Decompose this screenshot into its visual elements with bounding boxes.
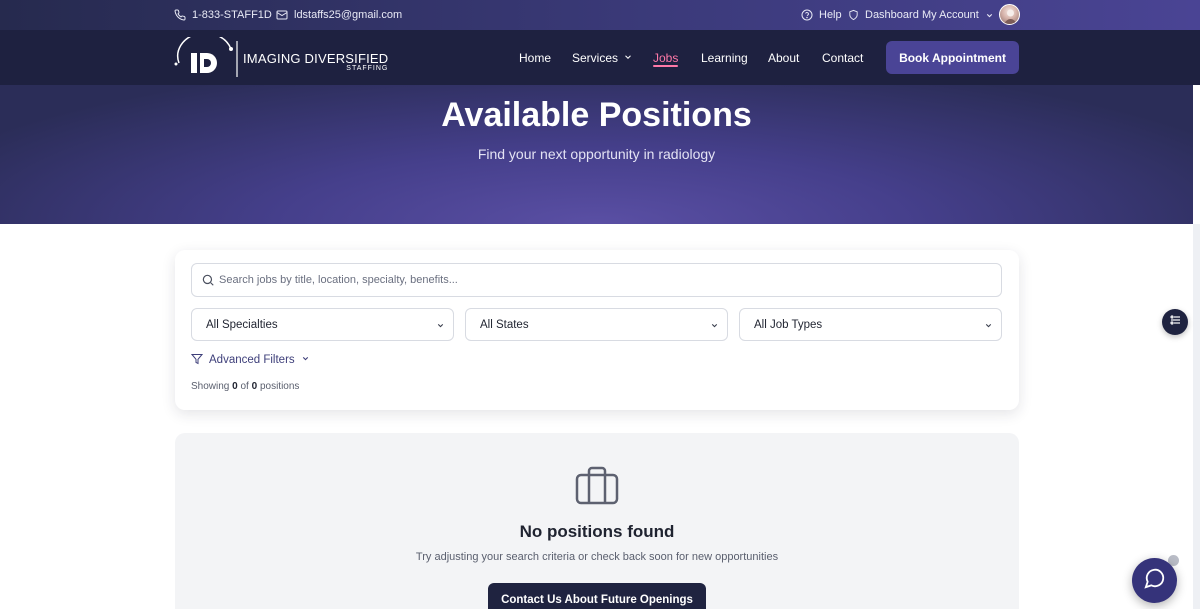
page-scrollbar[interactable] bbox=[1193, 224, 1200, 609]
avatar[interactable] bbox=[999, 4, 1020, 25]
dashboard-link[interactable]: Dashboard bbox=[848, 0, 919, 30]
search-box[interactable] bbox=[191, 263, 1002, 297]
page-title: Available Positions bbox=[441, 96, 752, 134]
help-label: Help bbox=[819, 9, 842, 21]
logo-mark-icon bbox=[174, 37, 238, 77]
state-select[interactable]: All States bbox=[465, 308, 728, 341]
advanced-filters-toggle[interactable]: Advanced Filters bbox=[190, 352, 310, 368]
empty-state-title: No positions found bbox=[519, 522, 675, 541]
account-label: My Account bbox=[922, 9, 979, 21]
briefcase-icon bbox=[575, 466, 619, 511]
funnel-icon bbox=[190, 353, 204, 368]
active-underline bbox=[653, 65, 679, 67]
nav-jobs-label: Jobs bbox=[653, 50, 679, 65]
empty-state-message: Try adjusting your search criteria or ch… bbox=[415, 551, 779, 563]
nav-about[interactable]: About bbox=[768, 30, 799, 85]
chevron-down-icon bbox=[301, 354, 310, 366]
chevron-down-icon bbox=[710, 321, 719, 333]
results-of: of bbox=[240, 381, 249, 392]
email-link[interactable]: ldstaffs25@gmail.com bbox=[276, 0, 402, 30]
account-menu[interactable]: My Account bbox=[922, 0, 994, 30]
brand-name: IMAGING DIVERSIFIED bbox=[243, 51, 389, 66]
chevron-down-icon bbox=[985, 11, 994, 20]
brand-logo[interactable]: IMAGING DIVERSIFIED STAFFING bbox=[173, 37, 388, 79]
nav-services[interactable]: Services bbox=[572, 30, 633, 85]
page-subtitle: Find your next opportunity in radiology bbox=[477, 146, 716, 162]
mail-icon bbox=[276, 9, 288, 21]
chat-button[interactable] bbox=[1132, 558, 1177, 603]
chevron-down-icon bbox=[623, 51, 633, 65]
chevron-down-icon bbox=[984, 321, 993, 333]
shield-icon bbox=[848, 9, 859, 21]
email-address: ldstaffs25@gmail.com bbox=[294, 9, 403, 21]
nav-services-label: Services bbox=[572, 50, 619, 65]
book-appointment-button[interactable]: Book Appointment bbox=[886, 41, 1019, 74]
nav-home-label: Home bbox=[519, 50, 552, 65]
state-select-value: All States bbox=[480, 318, 529, 331]
top-utility-bar: 1-833-STAFF1D ldstaffs25@gmail.com Help … bbox=[0, 0, 1200, 30]
phone-link[interactable]: 1-833-STAFF1D bbox=[174, 0, 272, 30]
help-icon bbox=[801, 9, 813, 21]
help-link[interactable]: Help bbox=[801, 0, 842, 30]
floating-filter-button[interactable] bbox=[1162, 309, 1188, 335]
results-prefix: Showing bbox=[191, 381, 230, 392]
dashboard-label: Dashboard bbox=[865, 9, 919, 21]
contact-future-openings-button[interactable]: Contact Us About Future Openings bbox=[488, 583, 706, 609]
brand-wordmark: IMAGING DIVERSIFIED STAFFING bbox=[243, 51, 388, 72]
nav-contact-label: Contact bbox=[822, 50, 864, 65]
results-count: Showing 0 of 0 positions bbox=[191, 381, 299, 392]
results-shown: 0 bbox=[232, 381, 238, 392]
chevron-down-icon bbox=[436, 321, 445, 333]
sliders-icon bbox=[1169, 313, 1182, 331]
nav-learning-label: Learning bbox=[701, 50, 748, 65]
search-input[interactable] bbox=[219, 264, 989, 296]
specialty-select[interactable]: All Specialties bbox=[191, 308, 454, 341]
nav-jobs[interactable]: Jobs bbox=[653, 30, 679, 85]
phone-number: 1-833-STAFF1D bbox=[192, 9, 272, 21]
nav-learning[interactable]: Learning bbox=[701, 30, 748, 85]
results-suffix: positions bbox=[259, 381, 300, 392]
phone-icon bbox=[174, 9, 186, 21]
job-type-select-value: All Job Types bbox=[754, 318, 823, 331]
results-total: 0 bbox=[251, 381, 258, 392]
brand-tagline: STAFFING bbox=[346, 65, 389, 72]
job-type-select[interactable]: All Job Types bbox=[739, 308, 1002, 341]
nav-contact[interactable]: Contact bbox=[822, 30, 863, 85]
specialty-select-value: All Specialties bbox=[206, 318, 278, 331]
advanced-filters-label: Advanced Filters bbox=[209, 354, 295, 366]
nav-about-label: About bbox=[768, 50, 800, 65]
chat-bubble-icon bbox=[1143, 567, 1166, 594]
nav-home[interactable]: Home bbox=[519, 30, 551, 85]
